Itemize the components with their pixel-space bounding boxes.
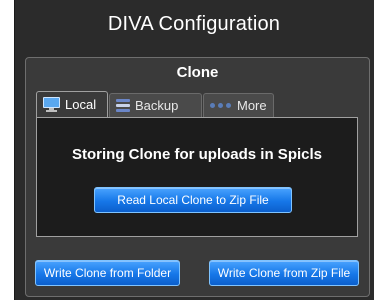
more-icon xyxy=(210,103,232,109)
tab-backup[interactable]: Backup xyxy=(109,93,202,117)
local-tab-panel xyxy=(36,117,358,237)
tab-more[interactable]: More xyxy=(203,93,274,117)
write-clone-from-zip-button[interactable]: Write Clone from Zip File xyxy=(209,260,359,286)
diva-configuration-screen: DIVA Configuration Clone Local Backup Mo… xyxy=(0,0,374,300)
local-tab-heading: Storing Clone for uploads in Spicls xyxy=(71,146,322,163)
tab-more-label: More xyxy=(237,98,267,113)
tab-local-label: Local xyxy=(65,97,97,112)
monitor-icon xyxy=(43,97,60,112)
window-title: DIVA Configuration xyxy=(107,13,281,35)
read-local-clone-button[interactable]: Read Local Clone to Zip File xyxy=(94,187,292,213)
tab-local[interactable]: Local xyxy=(36,91,108,117)
backup-icon xyxy=(116,98,130,113)
clone-group-title: Clone xyxy=(176,64,219,81)
write-clone-from-folder-button[interactable]: Write Clone from Folder xyxy=(35,260,180,286)
tab-backup-label: Backup xyxy=(135,98,179,113)
